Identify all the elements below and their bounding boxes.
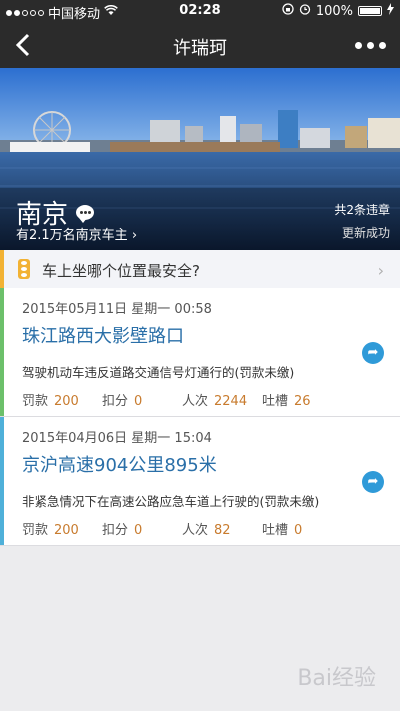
status-bar: 中国移动 02:28 100% [0,0,400,22]
tip-accent-bar [0,250,4,288]
fine-value: 200 [54,523,79,538]
fine-label: 罚款 [22,523,49,538]
chat-icon[interactable] [76,205,95,223]
chevron-right-icon: › [131,228,138,243]
tip-text: 车上坐哪个位置最安全? [42,262,200,280]
rotation-lock-icon [282,3,294,19]
comments-label: 吐槽 [262,394,289,409]
watermark-logo: Bai经验 [297,666,376,691]
points-value: 0 [134,394,143,409]
violation-count: 共2条违章 [334,203,390,217]
violation-address: 京沪高速904公里895米 [22,455,217,476]
alarm-icon [299,3,311,19]
points-value: 0 [134,523,143,538]
count-value: 2244 [214,394,248,409]
safety-tip-row[interactable]: 车上坐哪个位置最安全? › [0,250,400,289]
battery-percent: 100% [315,3,353,19]
points-label: 扣分 [102,523,129,538]
city-owners-link[interactable]: 有2.1万名南京车主 › [16,224,137,243]
city-banner[interactable]: 南京 有2.1万名南京车主 › 共2条违章 更新成功 [0,68,400,250]
violation-date: 2015年04月06日 星期一 15:04 [22,431,212,446]
fine-value: 200 [54,394,79,409]
charging-icon [387,3,394,19]
more-options-button[interactable] [355,42,386,49]
violation-description: 驾驶机动车违反道路交通信号灯通行的(罚款未缴) [22,365,295,380]
comments-value: 0 [294,523,303,538]
update-status: 更新成功 [341,226,390,240]
share-arrow-icon: ➦ [367,345,379,360]
violation-card[interactable]: 2015年04月06日 星期一 15:04 京沪高速904公里895米 非紧急情… [0,417,400,546]
traffic-light-icon [18,259,30,279]
violation-description: 非紧急情况下在高速公路应急车道上行驶的(罚款未缴) [22,494,320,509]
violation-date: 2015年05月11日 星期一 00:58 [22,302,212,317]
nav-bar: 许瑞珂 [0,22,400,68]
page-title: 许瑞珂 [173,38,227,59]
count-label: 人次 [182,394,209,409]
comments-value: 26 [294,394,311,409]
points-label: 扣分 [102,394,129,409]
owners-count: 有2.1万名南京车主 [16,228,128,243]
card-accent-bar [0,288,4,416]
share-button[interactable]: ➦ [362,342,384,364]
share-arrow-icon: ➦ [367,474,379,489]
count-value: 82 [214,523,231,538]
fine-label: 罚款 [22,394,49,409]
count-label: 人次 [182,523,209,538]
violation-address: 珠江路西大影壁路口 [22,326,184,347]
battery-icon [358,6,382,16]
chevron-right-icon: › [377,261,384,280]
share-button[interactable]: ➦ [362,471,384,493]
violation-card[interactable]: 2015年05月11日 星期一 00:58 珠江路西大影壁路口 驾驶机动车违反道… [0,288,400,417]
card-accent-bar [0,417,4,545]
comments-label: 吐槽 [262,523,289,538]
